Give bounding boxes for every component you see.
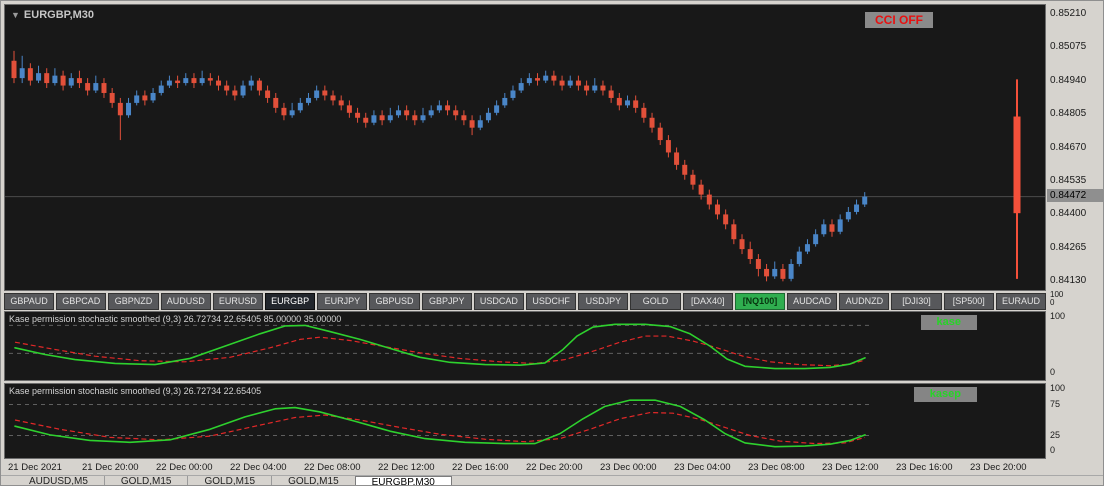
time-axis-label: 22 Dec 04:00 [230,462,287,473]
price-axis-label: 0.84265 [1050,241,1087,253]
time-axis-label: 22 Dec 00:00 [156,462,213,473]
symbol-button-gbpaud[interactable]: GBPAUD [4,293,55,310]
time-axis-label: 22 Dec 20:00 [526,462,583,473]
symbol-button-eurgbp[interactable]: EURGBP [265,293,316,310]
chart-title-bar: ▼ EURGBP,M30 [11,9,94,21]
indicator-axis-label: 0 [1050,367,1056,377]
symbol-toolbar: GBPAUD GBPCAD GBPNZD AUDUSD EURUSD EURGBP EURJ… [4,292,1047,310]
price-axis-label: 0.84670 [1050,141,1087,153]
kasep-button[interactable]: kasep [913,387,977,402]
symbol-button-dax40[interactable]: [DAX40] [682,293,733,310]
symbol-button-gbpnzd[interactable]: GBPNZD [108,293,159,310]
symbol-button-gbpjpy[interactable]: GBPJPY [421,293,472,310]
price-axis: 0.85210 0.85075 0.84940 0.84805 0.84670 0.845… [1048,4,1103,291]
price-axis-label: 0.85210 [1050,7,1087,19]
symbol-button-eurusd[interactable]: EURUSD [212,293,264,310]
price-axis-label: 0.84400 [1050,208,1087,220]
time-axis-label: 23 Dec 16:00 [896,462,953,473]
time-axis-label: 23 Dec 04:00 [674,462,731,473]
symbol-button-euraud[interactable]: EURAUD [995,293,1047,310]
indicator-axis-label: 25 [1050,429,1061,440]
time-axis: 21 Dec 2021 21 Dec 20:00 22 Dec 00:00 22 De… [4,460,1046,475]
chart-symbol-label: EURGBP,M30 [23,9,95,21]
current-price-tag: 0.84472 [1047,188,1103,202]
price-axis-label: 0.84535 [1050,174,1087,186]
time-axis-label: 21 Dec 2021 [8,462,62,473]
kase-button[interactable]: kase [920,315,977,330]
price-axis-label: 0.85075 [1050,41,1087,53]
kasep-indicator-label: Kase permission stochastic smoothed (9,3… [9,386,262,396]
time-axis-label: 21 Dec 20:00 [82,462,139,473]
cci-toggle-button[interactable]: CCI OFF [865,12,933,28]
indicator-axis-label: 100 [1050,383,1066,393]
price-axis-label: 0.84805 [1050,108,1087,120]
chart-tab-eurgbp-m30[interactable]: EURGBP,M30 [354,476,452,485]
price-axis-label: 0.84940 [1050,74,1087,86]
indicator-panel-kase[interactable]: Kase permission stochastic smoothed (9,3… [4,311,1046,381]
metatrader-window: ▼ EURGBP,M30 CCI OFF 0.85210 0.85075 0.8494… [0,0,1104,486]
symbol-button-nq100[interactable]: [NQ100] [734,293,786,310]
symbol-button-audnzd[interactable]: AUDNZD [839,293,890,310]
chart-tab-gold-m15[interactable]: GOLD,M15 [103,476,188,485]
indicator-axis-label: 75 [1050,398,1061,409]
chart-tab-gold-m15[interactable]: GOLD,M15 [271,476,355,485]
indicator-axis-label: 100 [1050,311,1066,321]
symbol-button-eurjpy[interactable]: EURJPY [317,293,368,310]
symbol-button-sp500[interactable]: [SP500] [943,293,994,310]
mini-axis-label: 0 [1050,298,1055,307]
time-axis-label: 23 Dec 00:00 [600,462,657,473]
time-axis-label: 22 Dec 16:00 [452,462,509,473]
chart-tab-bar: AUDUSD,M5 GOLD,M15 GOLD,M15 GOLD,M15 EURGBP,… [1,475,1103,485]
kase-indicator-label: Kase permission stochastic smoothed (9,3… [9,314,342,324]
chart-tab-audusd-m5[interactable]: AUDUSD,M5 [13,476,104,485]
symbol-button-gold[interactable]: GOLD [630,293,681,310]
indicator-axis-label: 0 [1050,445,1056,455]
symbol-button-dji30[interactable]: [DJI30] [891,293,942,310]
symbol-button-audcad[interactable]: AUDCAD [787,293,838,310]
time-axis-label: 23 Dec 12:00 [822,462,879,473]
symbol-button-gbpcad[interactable]: GBPCAD [56,293,107,310]
time-axis-label: 22 Dec 12:00 [378,462,435,473]
chart-tab-gold-m15[interactable]: GOLD,M15 [187,476,271,485]
time-axis-label: 23 Dec 08:00 [748,462,805,473]
symbol-button-gbpusd[interactable]: GBPUSD [369,293,420,310]
chart-collapse-icon[interactable]: ▼ [11,10,20,20]
symbol-button-audusd[interactable]: AUDUSD [160,293,211,310]
candlestick-canvas [5,50,1045,282]
symbol-button-usdcad[interactable]: USDCAD [473,293,525,310]
time-axis-label: 22 Dec 08:00 [304,462,361,473]
symbol-button-usdchf[interactable]: USDCHF [526,293,577,310]
price-axis-label: 0.84130 [1050,275,1087,287]
indicator-panel-kasep[interactable]: Kase permission stochastic smoothed (9,3… [4,383,1046,459]
symbol-button-usdjpy[interactable]: USDJPY [578,293,629,310]
time-axis-label: 23 Dec 20:00 [970,462,1027,473]
main-chart[interactable]: ▼ EURGBP,M30 CCI OFF [4,4,1046,291]
